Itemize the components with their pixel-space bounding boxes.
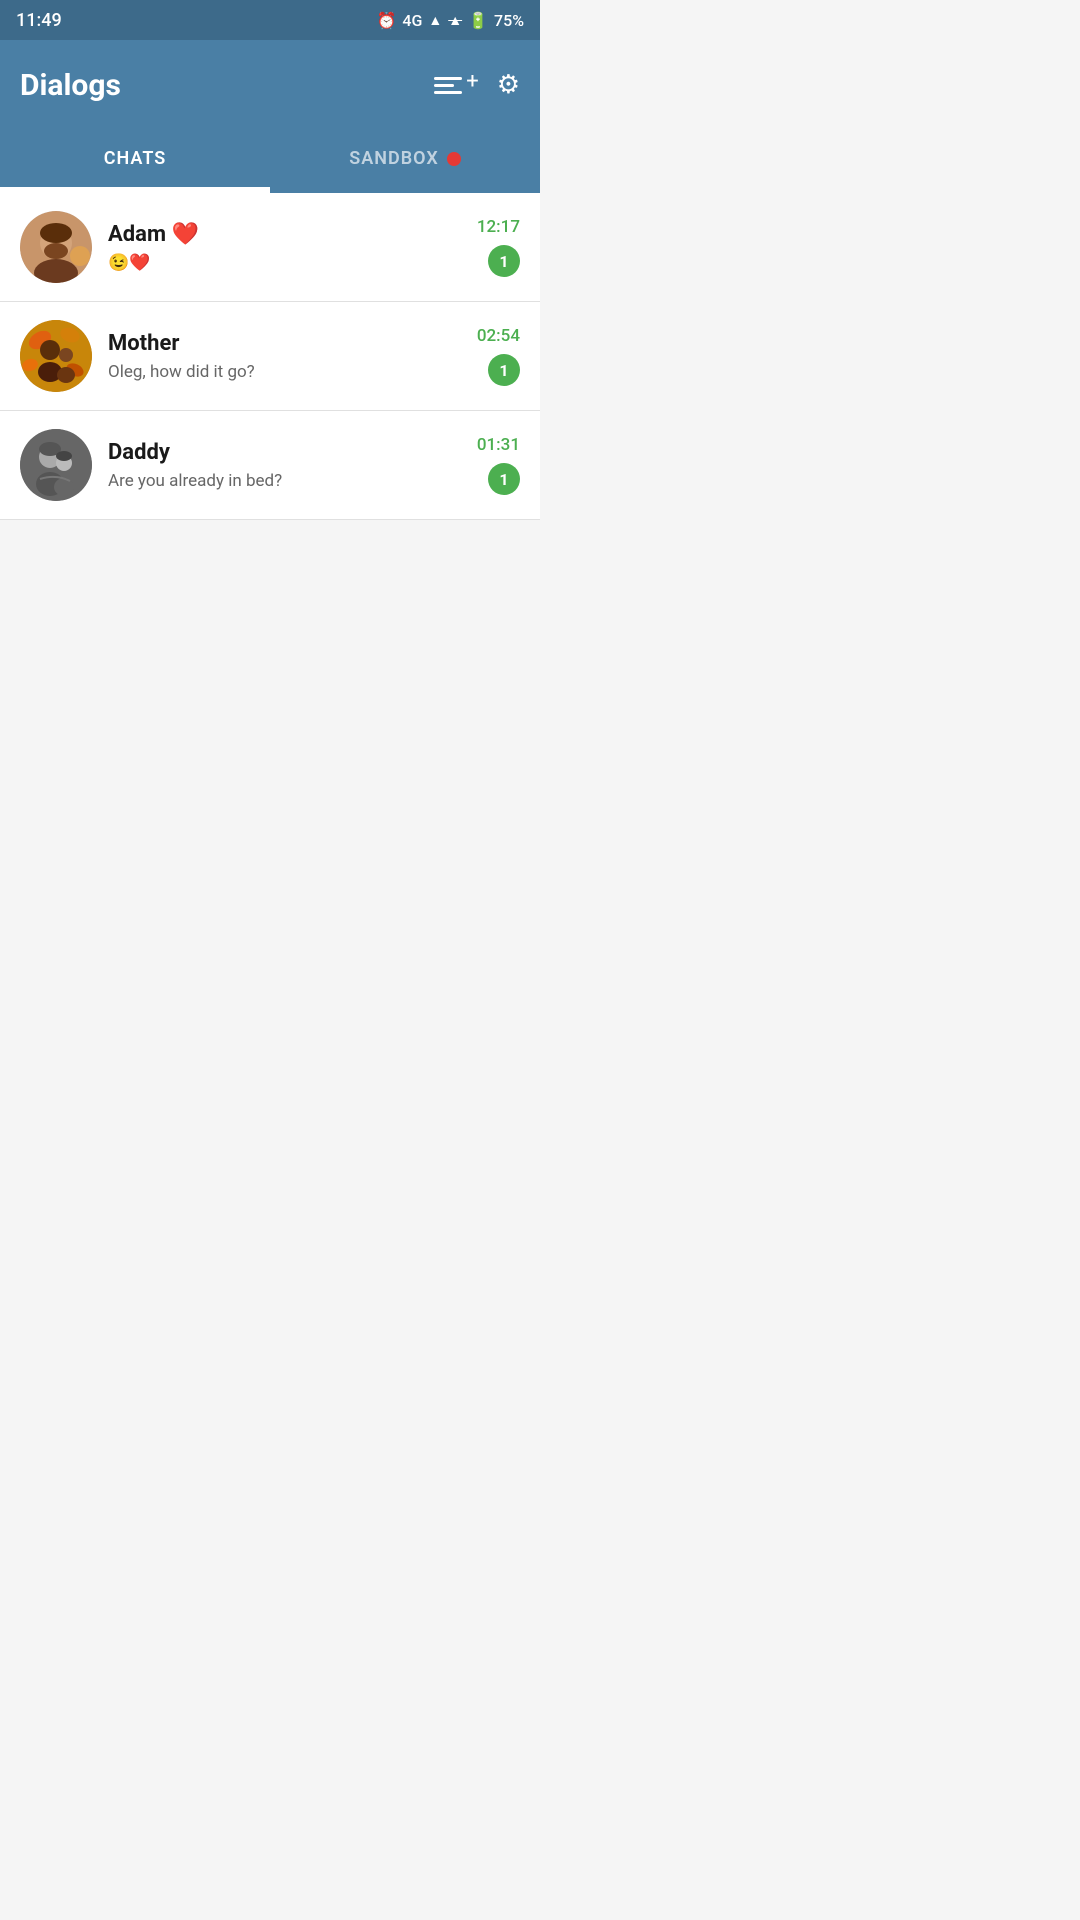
header: Dialogs + ⚙ <box>0 40 540 130</box>
chat-list: Adam ❤️ 😉❤️ 12:17 1 <box>0 193 540 520</box>
tabs-bar: CHATS SANDBOX <box>0 130 540 190</box>
unread-badge-daddy: 1 <box>488 463 520 495</box>
chat-item-daddy[interactable]: Daddy Are you already in bed? 01:31 1 <box>0 411 540 520</box>
compose-button[interactable] <box>434 77 462 94</box>
chat-content-mother: Mother Oleg, how did it go? <box>108 331 477 382</box>
chat-meta-mother: 02:54 1 <box>477 326 520 386</box>
network-label: 4G <box>402 11 422 30</box>
clock-icon: ⏰ <box>376 11 396 30</box>
active-tab-indicator <box>0 190 270 193</box>
tab-sandbox-label: SANDBOX <box>349 148 439 169</box>
unread-count-daddy: 1 <box>499 470 508 489</box>
chat-preview-daddy-text: Are you already in bed? <box>108 471 282 491</box>
chat-preview-adam: 😉❤️ <box>108 253 477 273</box>
empty-content-area <box>0 520 540 1100</box>
chat-preview-mother: Oleg, how did it go? <box>108 362 477 382</box>
chat-time-adam: 12:17 <box>477 217 520 237</box>
unread-badge-mother: 1 <box>488 354 520 386</box>
chat-name-daddy: Daddy <box>108 440 477 465</box>
header-actions: + ⚙ <box>434 70 520 100</box>
chat-preview-mother-text: Oleg, how did it go? <box>108 362 255 382</box>
unread-count-adam: 1 <box>499 252 508 271</box>
tab-sandbox[interactable]: SANDBOX <box>270 130 540 187</box>
chat-preview-daddy: Are you already in bed? <box>108 471 477 491</box>
chat-name-adam-text: Adam ❤️ <box>108 222 199 247</box>
unread-badge-adam: 1 <box>488 245 520 277</box>
avatar-mother <box>20 320 92 392</box>
page-title: Dialogs <box>20 68 121 103</box>
chat-time-mother: 02:54 <box>477 326 520 346</box>
chat-item-mother[interactable]: Mother Oleg, how did it go? 02:54 1 <box>0 302 540 411</box>
avatar-daddy <box>20 429 92 501</box>
status-bar: 11:49 ⏰ 4G ▲ ▲ 🔋 75% <box>0 0 540 40</box>
tab-underline-container <box>0 190 540 193</box>
status-indicators: ⏰ 4G ▲ ▲ 🔋 75% <box>376 11 524 30</box>
battery-level: 75% <box>494 11 524 30</box>
tab-chats-label: CHATS <box>104 148 167 169</box>
chat-name-mother: Mother <box>108 331 477 356</box>
tab-chats[interactable]: CHATS <box>0 130 270 187</box>
avatar-adam <box>20 211 92 283</box>
chat-name-adam: Adam ❤️ <box>108 222 477 247</box>
chat-meta-adam: 12:17 1 <box>477 217 520 277</box>
chat-name-daddy-text: Daddy <box>108 440 170 465</box>
inactive-tab-spacer <box>270 190 540 193</box>
chat-time-daddy: 01:31 <box>477 435 520 455</box>
chat-content-daddy: Daddy Are you already in bed? <box>108 440 477 491</box>
settings-button[interactable]: ⚙ <box>497 70 520 100</box>
chat-name-mother-text: Mother <box>108 331 179 356</box>
signal-x-icon: ▲ <box>448 12 462 29</box>
chat-meta-daddy: 01:31 1 <box>477 435 520 495</box>
signal-icon: ▲ <box>428 12 442 29</box>
unread-count-mother: 1 <box>499 361 508 380</box>
sandbox-notification-badge <box>447 152 461 166</box>
status-time: 11:49 <box>16 10 62 31</box>
battery-icon: 🔋 <box>468 11 488 30</box>
chat-preview-adam-text: 😉❤️ <box>108 253 150 273</box>
chat-item-adam[interactable]: Adam ❤️ 😉❤️ 12:17 1 <box>0 193 540 302</box>
chat-content-adam: Adam ❤️ 😉❤️ <box>108 222 477 273</box>
new-chat-plus-icon[interactable]: + <box>466 69 478 94</box>
